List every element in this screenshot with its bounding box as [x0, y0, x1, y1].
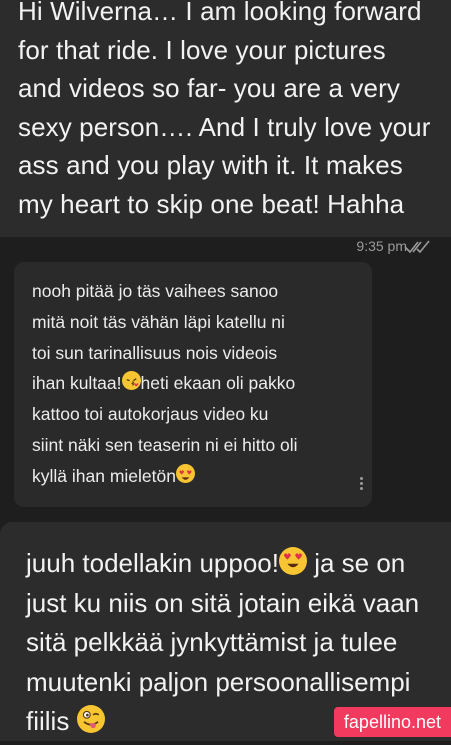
message-line: ihan kultaa! [32, 373, 122, 394]
watermark: fapellino.net [333, 707, 451, 737]
message-line: ja se on [306, 548, 406, 578]
message-text: nooh pitää jo täs vaihees sanoo mitä noi… [32, 276, 360, 492]
message-timestamp: 9:35 pm [356, 238, 407, 254]
message-line: siint näki sen teaserin ni ei hitto oli [32, 434, 298, 455]
more-vertical-icon[interactable] [358, 475, 364, 495]
message-line: sitä pelkkää jynkyttämist ja tulee [26, 627, 398, 657]
message-line: muutenki paljon persoonallisempi [26, 666, 411, 697]
message-line: juuh todellakin uppoo! [26, 548, 279, 578]
message-line: toi sun tarinallisuus nois videois [32, 342, 278, 363]
double-check-icon [404, 240, 430, 254]
message-line: mitä noit täs vähän läpi katellu ni [32, 311, 285, 332]
message-bubble-outgoing[interactable]: Hi Wilverna… I am looking forward for th… [0, 0, 451, 237]
message-line: nooh pitää jo täs vaihees sanoo [32, 281, 279, 301]
heart-eyes-icon [278, 547, 307, 575]
face-blowing-kiss-icon [121, 371, 141, 391]
message-line: heti ekaan oli pakko [140, 373, 296, 394]
message-line: kattoo toi autokorjaus video ku [32, 404, 269, 425]
winking-face-tongue-icon [76, 705, 105, 733]
message-text: Hi Wilverna… I am looking forward for th… [18, 0, 431, 219]
message-line: kyllä ihan mieletön [32, 465, 176, 486]
message-bubble-incoming[interactable]: nooh pitää jo täs vaihees sanoo mitä noi… [14, 262, 372, 507]
heart-eyes-icon [175, 463, 195, 483]
message-line: just ku niis on sitä jotain eikä vaan [26, 587, 420, 618]
message-line: fiilis [26, 706, 77, 736]
